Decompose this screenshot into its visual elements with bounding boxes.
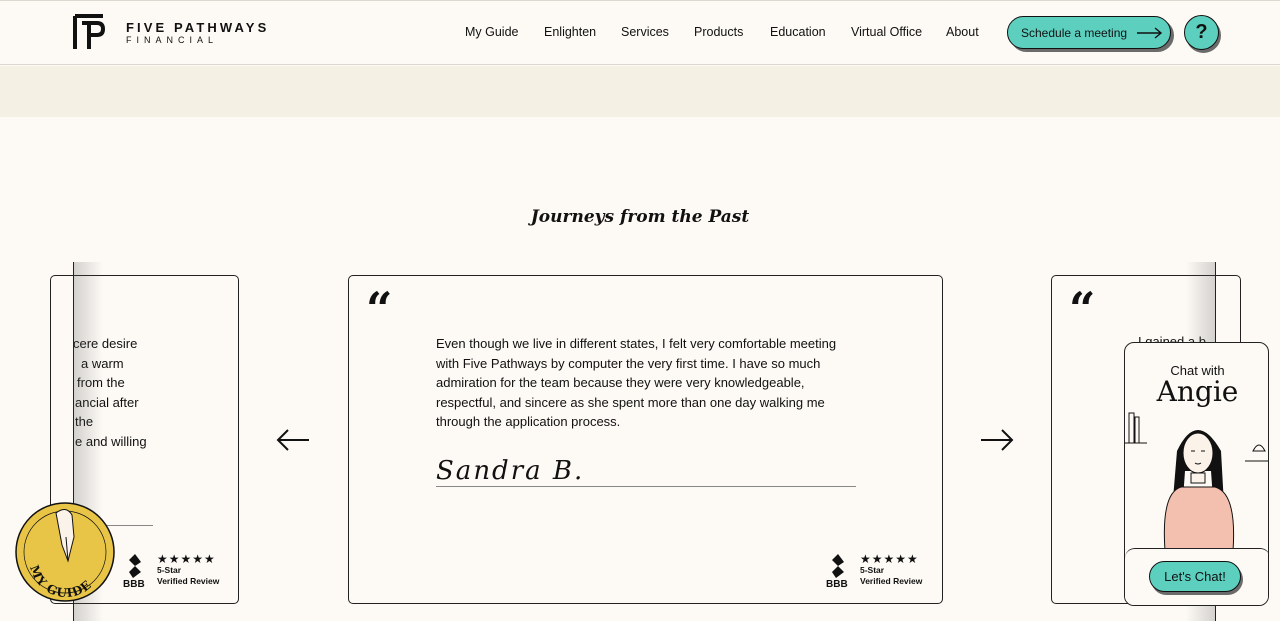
bbb-stars: ★★★★★ [157,552,216,566]
nav-item-virtual-office[interactable]: Virtual Office [851,25,922,39]
bbb-line-1: 5-Star [157,565,182,575]
nav-item-services[interactable]: Services [621,25,669,39]
site-header: FIVE PATHWAYS FINANCIAL My Guide Enlight… [0,0,1280,65]
section-title: Journeys from the Past [530,207,750,227]
chat-footer: Let's Chat! [1125,548,1268,605]
signature-line [436,486,856,487]
schedule-meeting-button[interactable]: Schedule a meeting [1007,16,1171,49]
lets-chat-button[interactable]: Let's Chat! [1149,561,1241,592]
carousel-prev-arrow-icon[interactable] [275,428,311,452]
testimonial-card-current: “ Even though we live in different state… [348,275,943,604]
svg-text:BBB: BBB [123,579,145,588]
nav-item-enlighten[interactable]: Enlighten [544,25,596,39]
chat-agent-name: Angie [1156,375,1239,408]
bbb-logo-icon: BBB [123,554,145,588]
chat-widget[interactable]: Chat with Angie Let's Chat! [1124,342,1269,606]
hero-band [0,66,1280,117]
schedule-meeting-label: Schedule a meeting [1021,25,1128,40]
arrow-right-icon [1137,26,1163,39]
testimonial-text: Even though we live in different states,… [436,336,837,429]
nav-item-about[interactable]: About [946,25,979,39]
bbb-badge: BBB ★★★★★ 5-Star Verified Review [123,552,219,588]
bbb-line-1: 5-Star [860,565,885,575]
nav-item-my-guide[interactable]: My Guide [465,25,519,39]
quote-icon: “ [1069,282,1096,336]
svg-text:BBB: BBB [826,579,848,588]
bbb-line-2: Verified Review [157,576,220,586]
quote-icon: “ [366,282,393,336]
testimonial-signature: Sandra B. [436,456,585,486]
nav-item-education[interactable]: Education [770,25,826,39]
nav-item-products[interactable]: Products [694,25,743,39]
help-button[interactable]: ? [1184,15,1219,50]
bbb-logo-icon: BBB [826,554,848,588]
my-guide-badge[interactable]: MY GUIDE [14,501,116,603]
bbb-badge: BBB ★★★★★ 5-Star Verified Review [826,552,922,588]
bbb-line-2: Verified Review [860,576,923,586]
agent-portrait-icon [1125,412,1268,551]
carousel-next-arrow-icon[interactable] [979,428,1015,452]
bbb-stars: ★★★★★ [860,552,919,566]
